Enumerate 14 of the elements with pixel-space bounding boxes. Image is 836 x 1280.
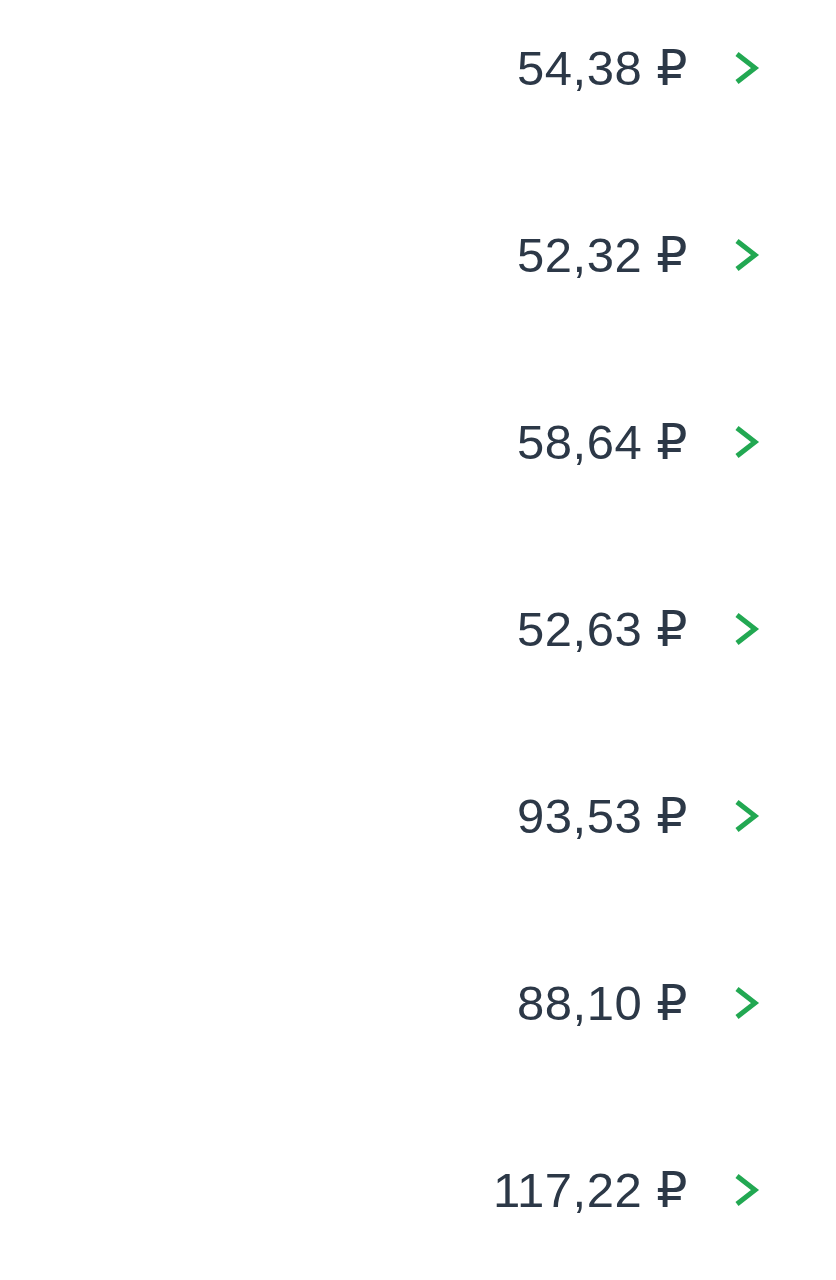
price-text: 58,64 ₽ — [517, 414, 688, 470]
chevron-right-icon[interactable] — [734, 425, 760, 459]
price-text: 52,63 ₽ — [517, 601, 688, 657]
price-text: 54,38 ₽ — [517, 40, 688, 96]
chevron-right-icon[interactable] — [734, 51, 760, 85]
chevron-right-icon[interactable] — [734, 612, 760, 646]
price-text: 93,53 ₽ — [517, 788, 688, 844]
chevron-right-icon[interactable] — [734, 1173, 760, 1207]
price-text: 88,10 ₽ — [517, 975, 688, 1031]
chevron-right-icon[interactable] — [734, 799, 760, 833]
price-text: 52,32 ₽ — [517, 227, 688, 283]
chevron-right-icon[interactable] — [734, 238, 760, 272]
price-text: 117,22 ₽ — [492, 1162, 688, 1218]
chevron-right-icon[interactable] — [734, 986, 760, 1020]
